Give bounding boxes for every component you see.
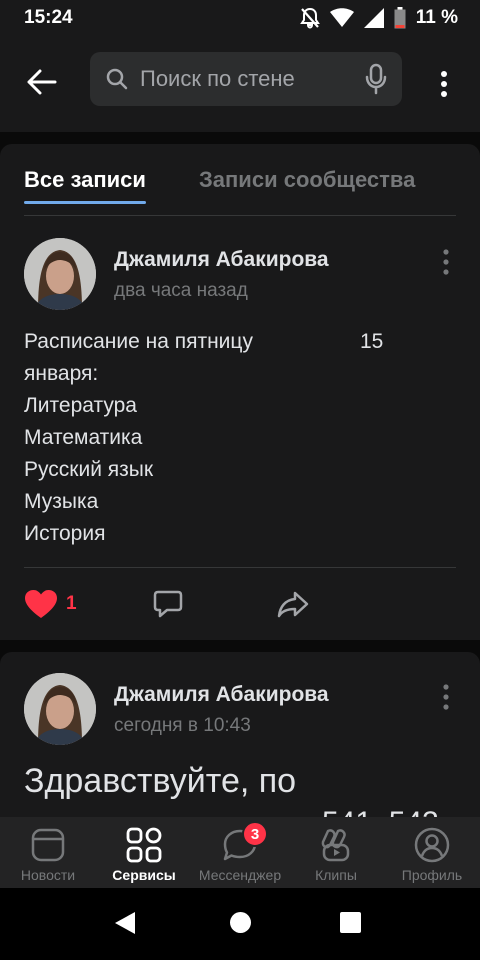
post-header: Джамиля Абакирова сегодня в 10:43 (24, 673, 456, 745)
search-placeholder: Поиск по стене (140, 66, 295, 91)
tab-clips[interactable]: Клипы (288, 817, 384, 888)
post-card: Джамиля Абакирова сегодня в 10:43 Здравс… (0, 652, 480, 817)
nav-back-button[interactable] (114, 911, 136, 940)
more-vertical-icon (441, 71, 447, 97)
more-vertical-icon (443, 249, 449, 275)
status-icons: 11 % (299, 7, 458, 29)
services-icon (124, 825, 164, 865)
post-author[interactable]: Джамиля Абакирова (114, 683, 329, 707)
post-text-line: Литература (24, 394, 137, 417)
tab-label: Клипы (315, 867, 357, 883)
heart-icon (25, 590, 57, 618)
avatar[interactable] (24, 238, 96, 310)
tab-profile[interactable]: Профиль (384, 817, 480, 888)
post-text-line: История (24, 522, 106, 545)
active-tab-indicator (24, 201, 146, 204)
divider (24, 567, 456, 568)
status-bar: 15:24 11 % (0, 0, 480, 36)
like-button[interactable]: 1 (24, 586, 77, 622)
tab-label: Мессенджер (198, 867, 282, 883)
comment-button[interactable] (152, 588, 184, 620)
back-button[interactable] (20, 60, 64, 104)
tab-label: Сервисы (112, 867, 176, 883)
tab-label: Профиль (401, 867, 463, 883)
tab-community-posts[interactable]: Записи сообщества (199, 166, 415, 216)
tab-community-posts-label: Записи сообщества (199, 167, 416, 192)
more-options-button[interactable] (430, 62, 458, 106)
tab-news[interactable]: Новости (0, 817, 96, 888)
notifications-off-icon (299, 7, 320, 29)
post-more-button[interactable] (436, 681, 456, 713)
unread-badge: 3 (242, 821, 268, 847)
post-text-aside: 15 (360, 330, 384, 353)
back-arrow-icon (27, 69, 57, 95)
post-text: Здравствуйте, по (24, 762, 297, 800)
microphone-icon[interactable] (364, 63, 388, 95)
wall-tabs: Все записи Записи сообщества (24, 166, 456, 216)
section-gap (0, 132, 480, 144)
post-time: сегодня в 10:43 (114, 715, 251, 736)
wifi-icon (329, 8, 354, 28)
share-icon (277, 591, 309, 618)
tab-all-posts-label: Все записи (24, 167, 146, 192)
post-time: два часа назад (114, 280, 248, 301)
tab-label: Новости (20, 867, 76, 883)
post-actions: 1 (24, 586, 456, 622)
search-input[interactable]: Поиск по стене (90, 52, 402, 106)
tab-messenger[interactable]: 3 Мессенджер (192, 817, 288, 888)
avatar[interactable] (24, 673, 96, 745)
battery-low-icon (394, 7, 406, 29)
wall-card: Все записи Записи сообщества Джамиля Аба… (0, 144, 480, 640)
post-text-line: Музыка (24, 490, 99, 513)
triangle-back-icon (115, 912, 135, 934)
post-author[interactable]: Джамиля Абакирова (114, 248, 329, 272)
status-time: 15:24 (24, 7, 73, 28)
system-nav-bar (0, 888, 480, 960)
like-count: 1 (66, 593, 77, 614)
signal-icon (363, 8, 384, 28)
post-text-peek: 541, 543 (322, 806, 439, 817)
post-text-line: января: (24, 362, 99, 385)
nav-recents-button[interactable] (340, 912, 361, 933)
battery-percent: 11 % (415, 7, 458, 28)
post-text-line: Расписание на пятницу (24, 330, 253, 353)
more-vertical-icon (443, 684, 449, 710)
post-more-button[interactable] (436, 246, 456, 278)
nav-home-button[interactable] (230, 912, 251, 933)
profile-icon (412, 825, 452, 865)
tab-all-posts[interactable]: Все записи (24, 166, 146, 216)
top-bar: Поиск по стене (0, 36, 480, 132)
share-button[interactable] (276, 588, 310, 620)
post-body: Расписание на пятницу 15 января: Литерат… (24, 326, 404, 550)
comment-icon (153, 590, 183, 618)
section-gap (0, 640, 480, 652)
bottom-tab-bar: Новости Сервисы 3 Мессенджер Клипы Профи… (0, 817, 480, 888)
search-icon (106, 68, 128, 90)
clips-icon (316, 825, 356, 865)
post-header: Джамиля Абакирова два часа назад (24, 238, 456, 310)
tab-services[interactable]: Сервисы (96, 817, 192, 888)
post-text-line: Математика (24, 426, 143, 449)
news-icon (28, 825, 68, 865)
messenger-icon: 3 (220, 821, 268, 865)
post-text-line: Русский язык (24, 458, 154, 481)
